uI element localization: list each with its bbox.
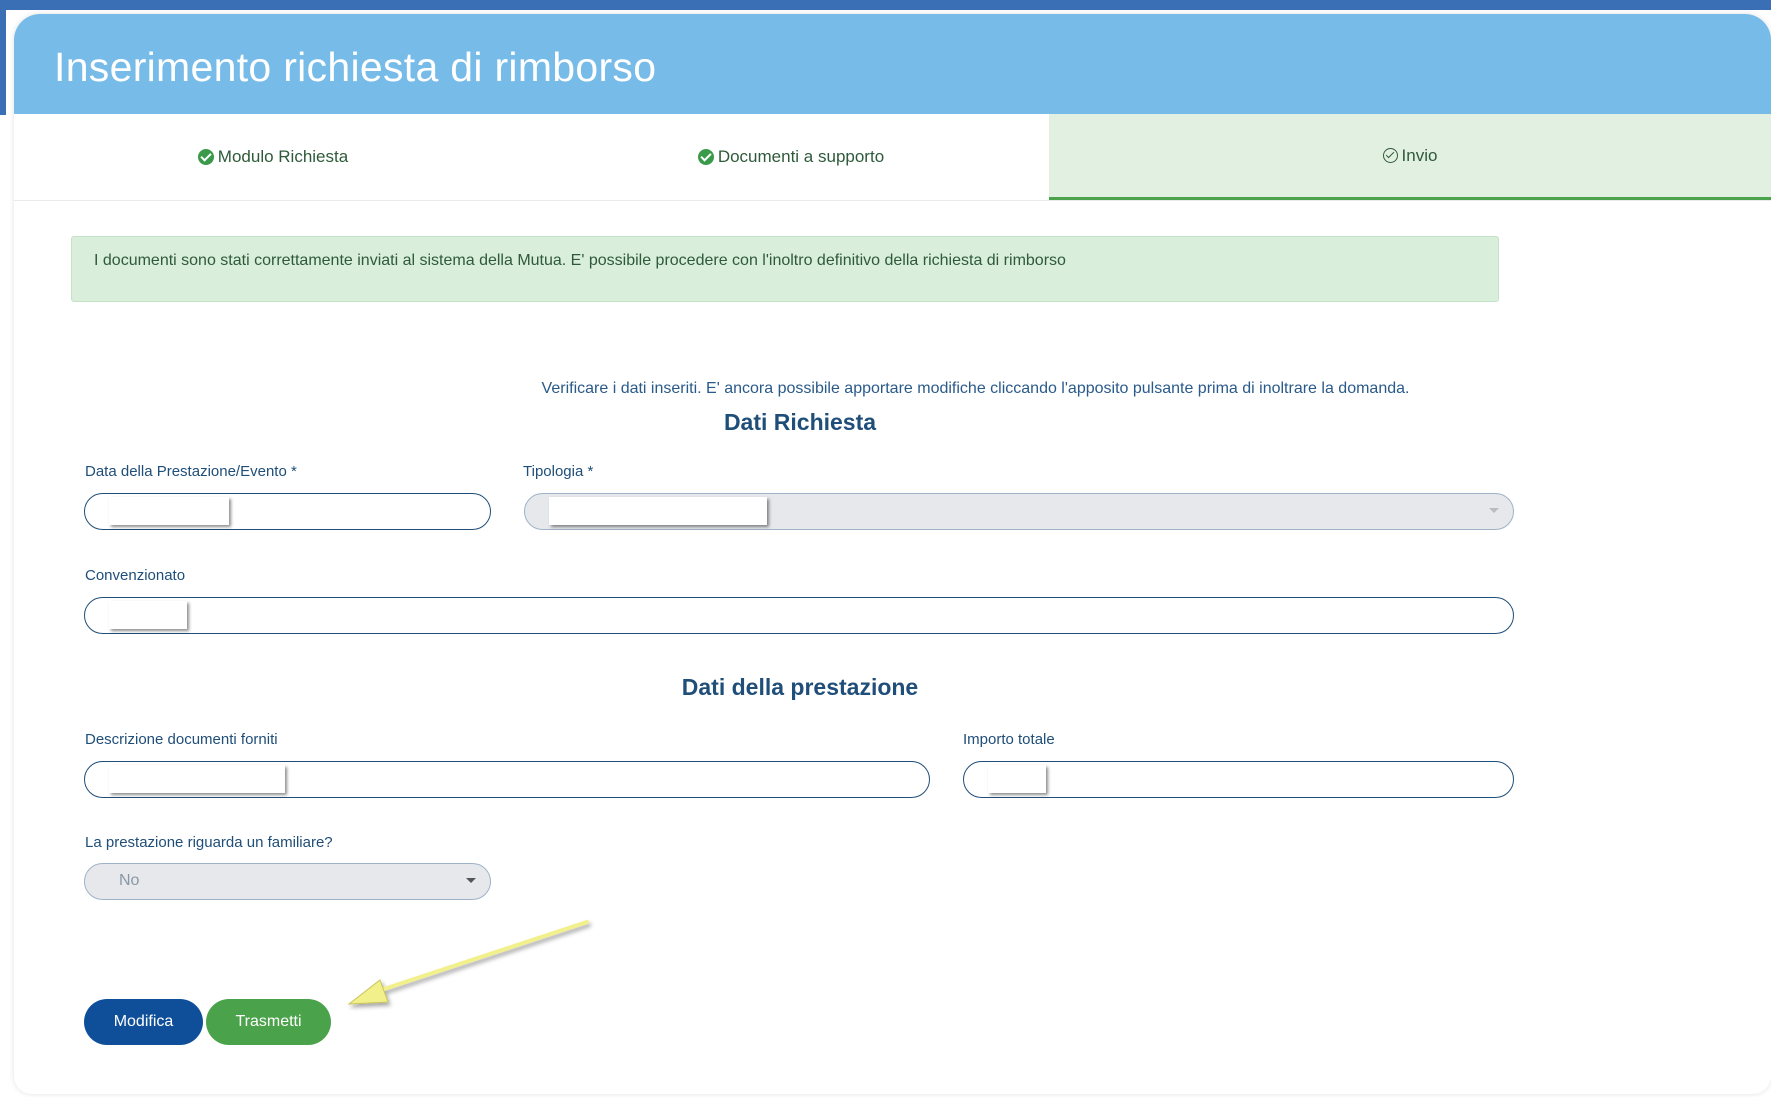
annotation-arrow-icon bbox=[347, 920, 589, 1005]
page-frame: Inserimento richiesta di rimborso Modulo… bbox=[0, 0, 1771, 1097]
